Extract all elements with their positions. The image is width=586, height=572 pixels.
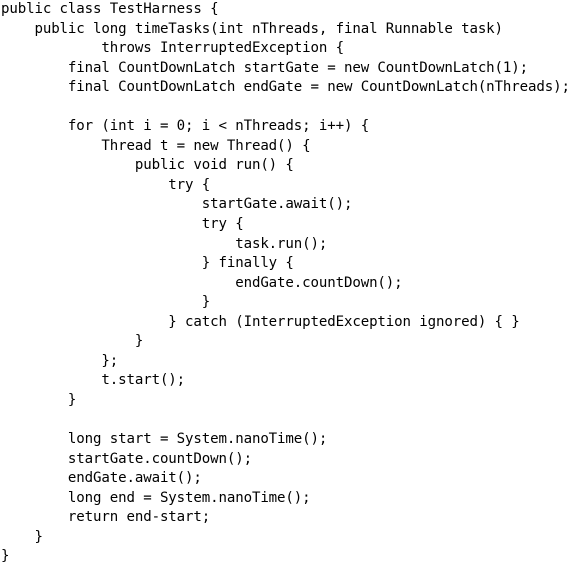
code-line: Thread t = new Thread() { [1, 137, 311, 154]
code-line: for (int i = 0; i < nThreads; i++) { [1, 118, 370, 135]
code-listing: public class TestHarness { public long t… [1, 0, 586, 572]
code-line: } [1, 528, 43, 545]
code-line: endGate.await(); [1, 470, 202, 487]
code-line: task.run(); [1, 235, 328, 252]
code-line: startGate.await(); [1, 196, 353, 213]
code-line: long end = System.nanoTime(); [1, 489, 311, 506]
code-line: } [1, 294, 211, 311]
code-line: startGate.countDown(); [1, 450, 252, 467]
code-line: t.start(); [1, 372, 186, 389]
code-line: long start = System.nanoTime(); [1, 431, 328, 448]
code-line: } [1, 391, 77, 408]
code-line: public class TestHarness { [1, 1, 219, 17]
code-line: try { [1, 216, 244, 233]
code-line: public long timeTasks(int nThreads, fina… [1, 20, 503, 37]
code-line: } [1, 548, 10, 565]
code-line: endGate.countDown(); [1, 274, 403, 291]
code-line: return end-start; [1, 509, 211, 526]
code-line: final CountDownLatch endGate = new Count… [1, 79, 570, 96]
code-line: try { [1, 176, 211, 193]
code-line: public void run() { [1, 157, 294, 174]
code-line: }; [1, 352, 119, 369]
code-line: } finally { [1, 255, 294, 272]
code-line: } [1, 333, 144, 350]
code-line: final CountDownLatch startGate = new Cou… [1, 59, 529, 76]
code-line: } catch (InterruptedException ignored) {… [1, 313, 520, 330]
code-line: throws InterruptedException { [1, 40, 344, 57]
